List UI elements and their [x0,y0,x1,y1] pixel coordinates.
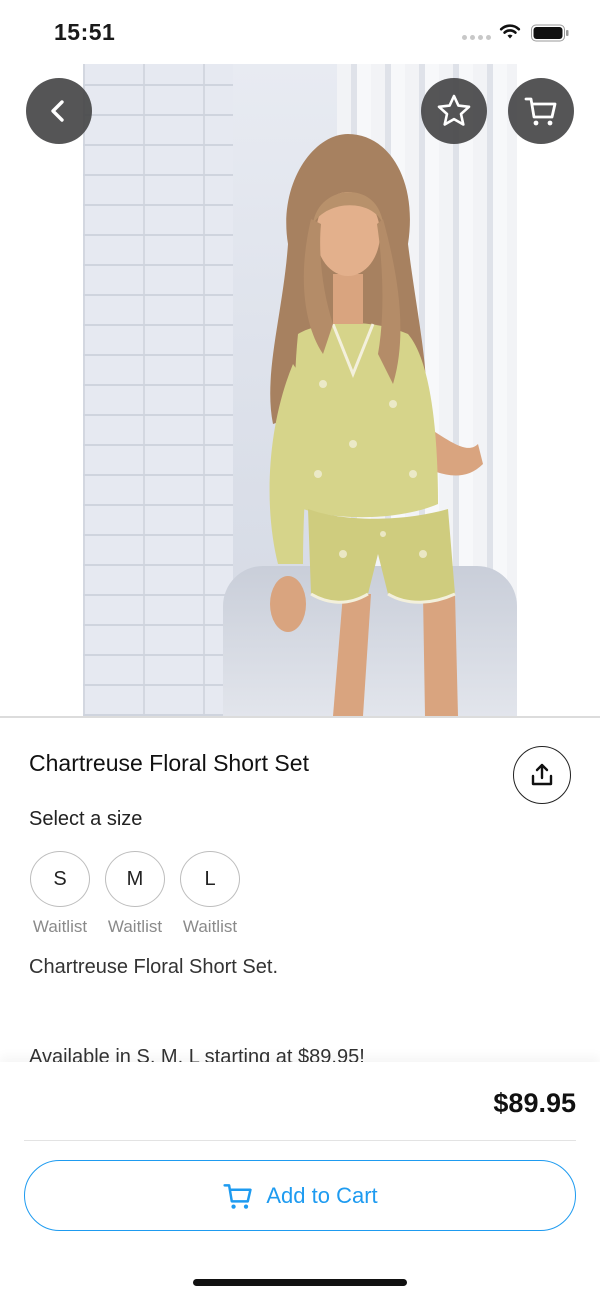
size-status-s: Waitlist [32,917,88,936]
size-label: Select a size [29,808,143,830]
cart-icon [223,1183,253,1209]
size-button-s[interactable]: S [30,851,90,907]
cart-button[interactable] [508,78,574,144]
size-options: S Waitlist M Waitlist L Waitlist [29,851,241,937]
add-to-cart-button[interactable]: Add to Cart [24,1160,576,1231]
status-bar: 15:51 [0,0,600,64]
battery-icon [531,24,569,42]
cart-icon [524,97,557,126]
product-description: Chartreuse Floral Short Set. [29,956,278,978]
product-image[interactable] [83,64,517,716]
size-option-s[interactable]: S Waitlist [29,851,91,937]
price-divider [24,1140,576,1141]
add-to-cart-label: Add to Cart [266,1182,378,1208]
share-icon [531,763,553,786]
size-button-m[interactable]: M [105,851,165,907]
back-button[interactable] [26,78,92,144]
product-availability: Available in S, M, L starting at $89.95! [29,1046,365,1062]
share-button[interactable] [513,746,571,804]
size-status-l: Waitlist [182,917,238,936]
product-title: Chartreuse Floral Short Set [29,750,309,776]
home-indicator[interactable] [193,1279,407,1286]
chevron-left-icon [51,100,64,122]
wifi-icon [499,24,521,39]
status-time: 15:51 [54,19,116,45]
favorite-button[interactable] [421,78,487,144]
star-icon [437,94,471,126]
product-price: $89.95 [493,1088,576,1118]
product-detail-screen: 15:51 Chartreuse Floral Short Set Select… [0,0,600,1299]
size-option-l[interactable]: L Waitlist [179,851,241,937]
model-photo [269,134,483,716]
size-button-l[interactable]: L [180,851,240,907]
size-option-m[interactable]: M Waitlist [104,851,166,937]
signal-dots-icon [462,35,491,40]
image-divider [0,716,600,718]
size-status-m: Waitlist [107,917,163,936]
